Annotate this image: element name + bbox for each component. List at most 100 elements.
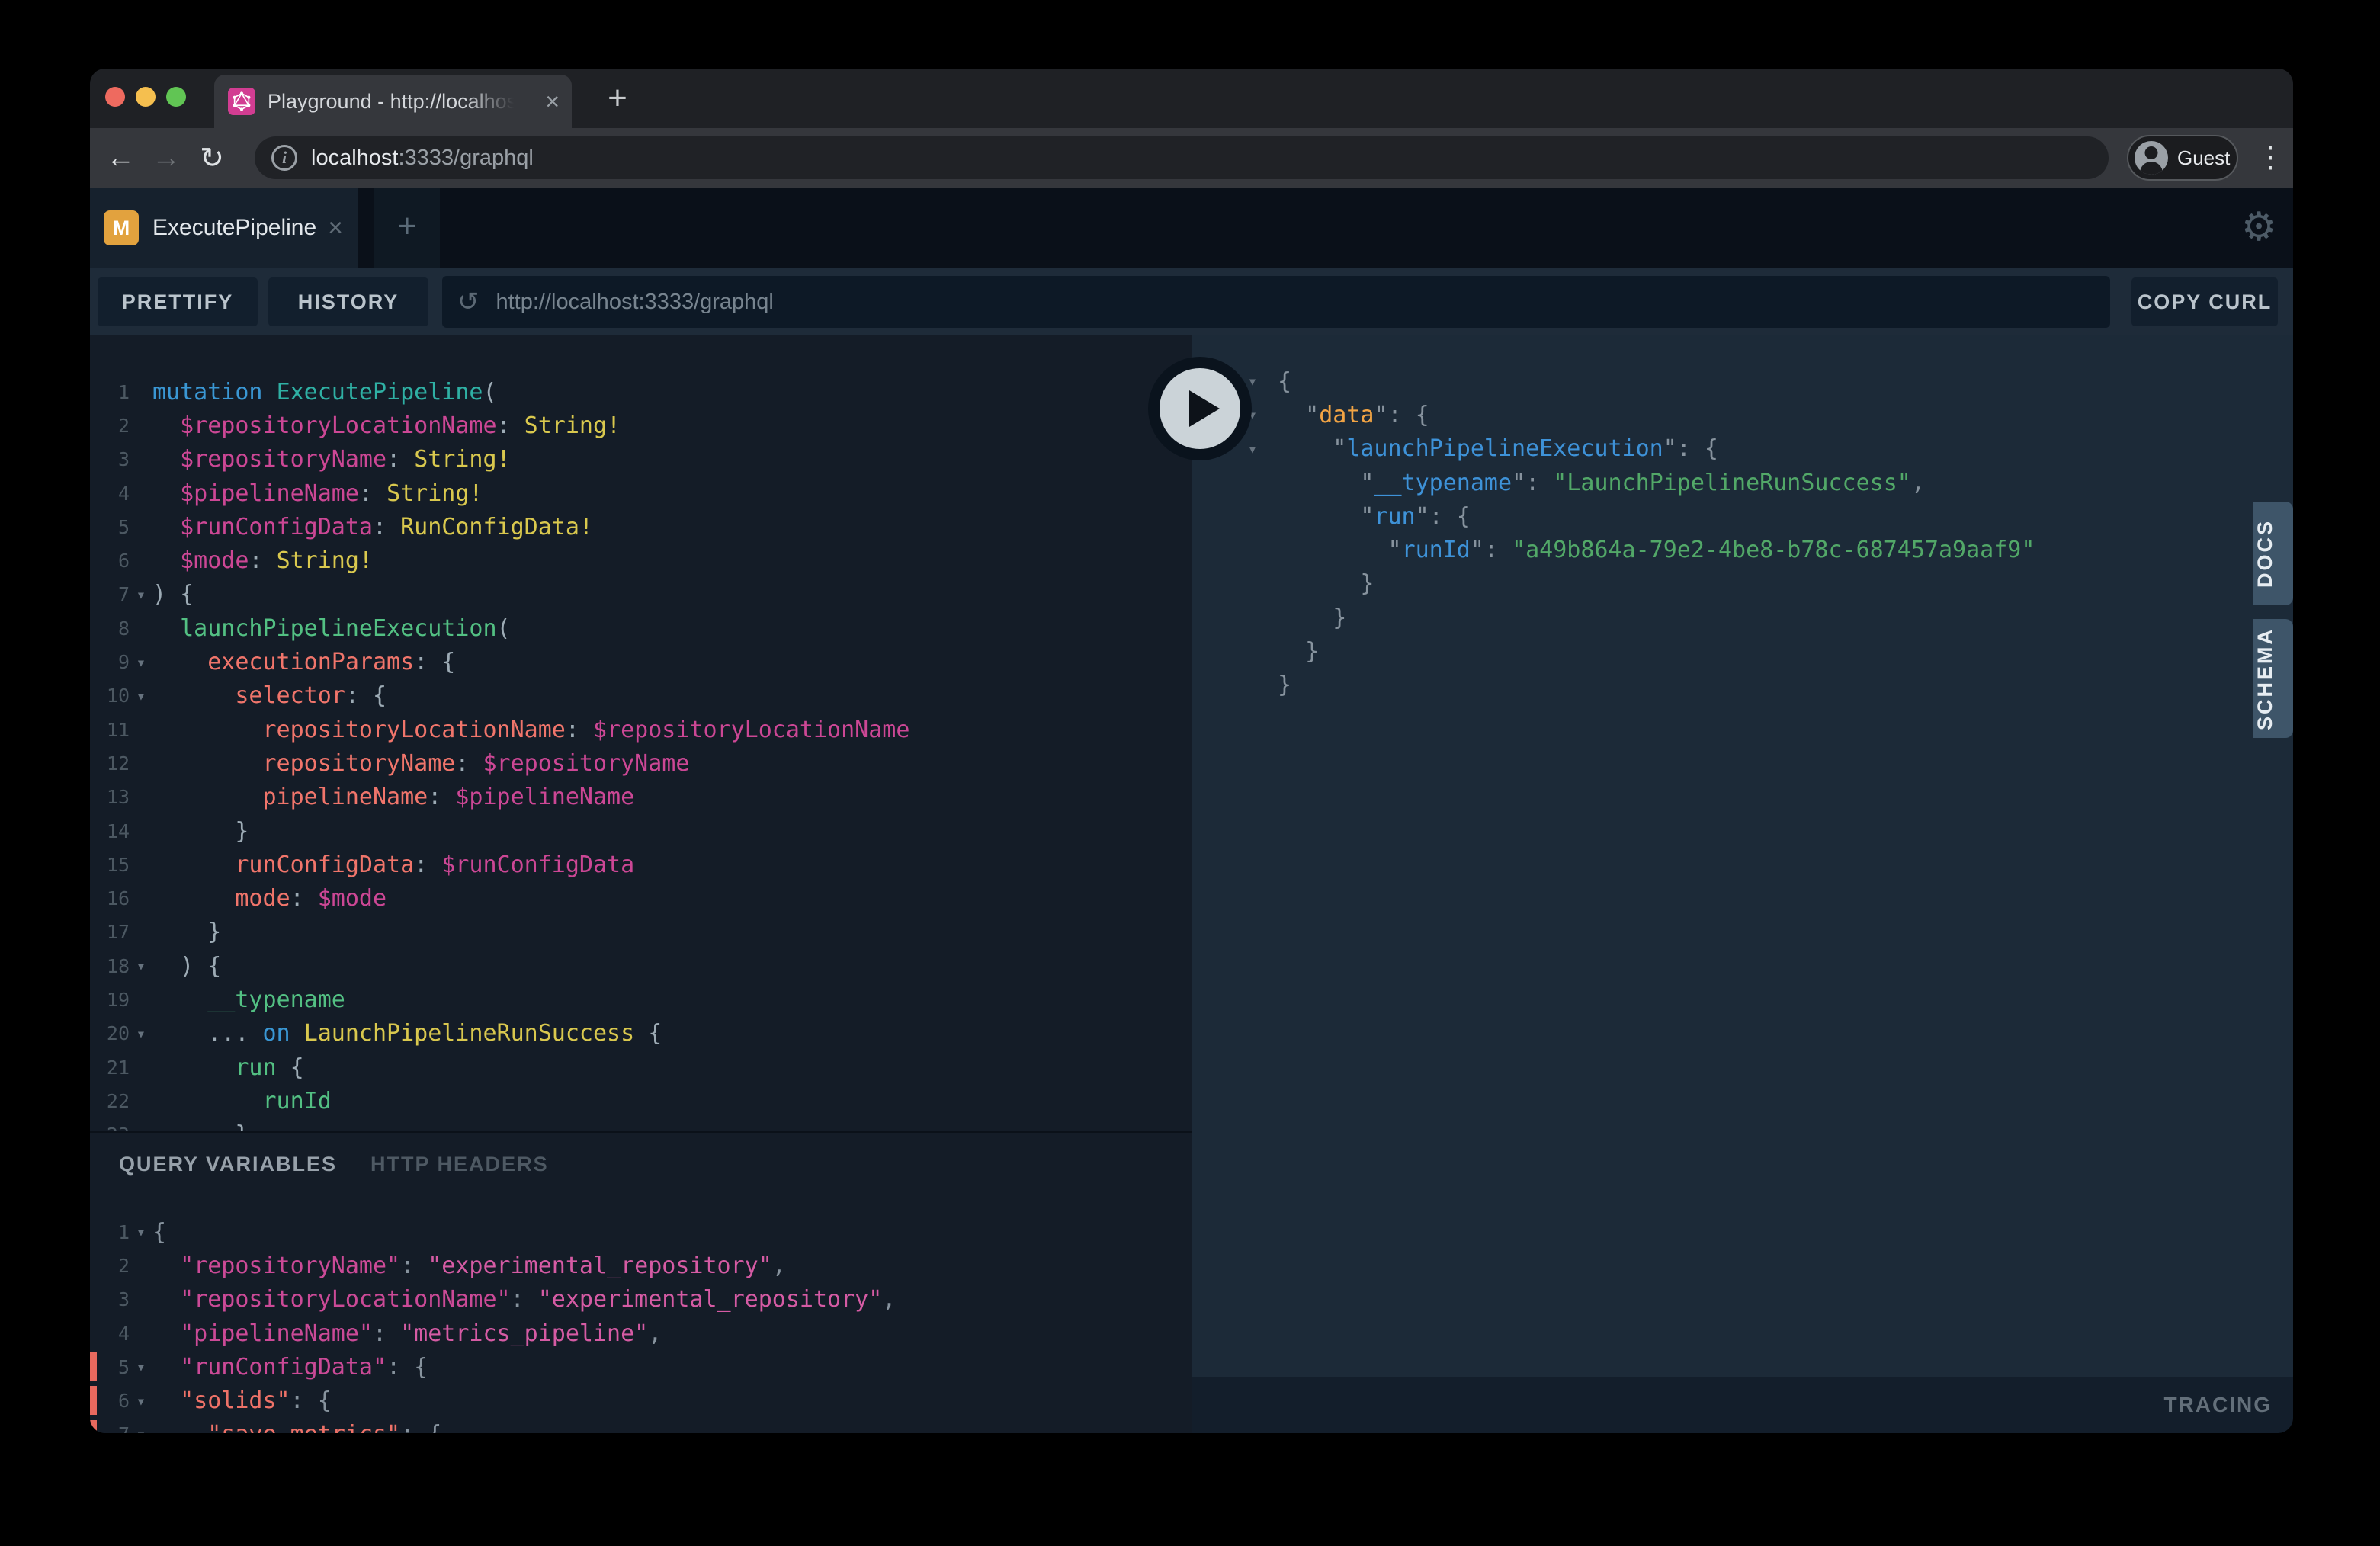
reload-icon[interactable]: ↻ [189,141,235,175]
code-line: 19 __typename [90,983,1192,1016]
fold-arrow-icon[interactable]: ▾ [1239,440,1266,458]
playground-tab-close-icon[interactable]: × [328,213,343,243]
code-line: 16 mode: $mode [90,881,1192,915]
response-viewer: ▾{▾ "data": {▾ "launchPipelineExecution"… [1192,335,2293,702]
close-window-button[interactable] [105,87,125,107]
graphql-favicon-icon [228,88,255,115]
code-line: 12 repositoryName: $repositoryName [90,746,1192,780]
code-line: ▾ "launchPipelineExecution": { [1192,432,2293,466]
schema-side-tab[interactable]: SCHEMA [2253,619,2293,738]
code-line: 3 $repositoryName: String! [90,443,1192,476]
code-line: 5▾ "runConfigData": { [90,1350,1192,1384]
docs-side-tab[interactable]: DOCS [2253,502,2293,605]
line-number: 20 [90,1022,130,1044]
line-number: 21 [90,1057,130,1079]
line-number: 2 [90,415,130,437]
fold-arrow-icon[interactable]: ▾ [130,1223,152,1241]
browser-tabstrip: Playground - http://localhost:333 × + [90,69,2293,128]
code-line: ▾ "data": { [1192,398,2293,431]
code-line: } [1192,567,2293,601]
forward-icon[interactable]: → [143,142,189,175]
reset-endpoint-icon[interactable]: ↺ [457,287,480,317]
browser-tab-close-icon[interactable]: × [545,89,560,114]
copy-curl-button[interactable]: COPY CURL [2131,277,2278,326]
playground-tabstrip: M ExecutePipeline × + ⚙ [90,188,2293,268]
fold-arrow-icon[interactable]: ▾ [130,653,152,672]
fold-arrow-icon[interactable]: ▾ [130,957,152,975]
code-line: 23 } [90,1118,1192,1131]
code-line: 7▾) { [90,578,1192,611]
code-line: } [1192,601,2293,634]
tab-query-variables[interactable]: QUERY VARIABLES [119,1153,337,1176]
fold-arrow-icon[interactable]: ▾ [130,687,152,705]
line-number: 7 [90,583,130,605]
line-number: 6 [90,550,130,572]
code-line: 13 pipelineName: $pipelineName [90,781,1192,814]
code-line: 7▾ "save_metrics": { [90,1418,1192,1433]
playground-tab-executepipeline[interactable]: M ExecutePipeline × [90,188,358,268]
minimize-window-button[interactable] [136,87,156,107]
code-line: "run": { [1192,499,2293,533]
code-line: 6 $mode: String! [90,544,1192,577]
fold-arrow-icon[interactable]: ▾ [130,1025,152,1043]
line-number: 11 [90,719,130,741]
url-path: :3333/graphql [398,146,533,170]
code-line: "__typename": "LaunchPipelineRunSuccess"… [1192,466,2293,499]
history-button[interactable]: HISTORY [268,277,428,326]
line-number: 23 [90,1124,130,1131]
code-line: 18▾ ) { [90,949,1192,983]
line-number: 18 [90,955,130,977]
fold-arrow-icon[interactable]: ▾ [130,1392,152,1410]
line-number: 19 [90,989,130,1011]
code-line: 2 "repositoryName": "experimental_reposi… [90,1249,1192,1282]
fold-arrow-icon[interactable]: ▾ [130,1358,152,1376]
prettify-button[interactable]: PRETTIFY [98,277,258,326]
line-number: 10 [90,685,130,707]
code-line: 20▾ ... on LaunchPipelineRunSuccess { [90,1017,1192,1050]
fold-arrow-icon[interactable]: ▾ [130,1426,152,1433]
line-number: 9 [90,651,130,673]
address-bar[interactable]: i localhost:3333/graphql [255,136,2109,179]
playground-new-tab-button[interactable]: + [374,188,440,268]
code-line: 6▾ "solids": { [90,1384,1192,1417]
code-line: 15 runConfigData: $runConfigData [90,848,1192,881]
line-number: 4 [90,483,130,505]
endpoint-input[interactable]: ↺ http://localhost:3333/graphql [442,276,2110,328]
code-line: 17 } [90,916,1192,949]
variables-editor[interactable]: 1▾{2 "repositoryName": "experimental_rep… [90,1215,1192,1433]
browser-window: Playground - http://localhost:333 × + ← … [90,69,2293,1433]
line-number: 22 [90,1090,130,1112]
code-line: 11 repositoryLocationName: $repositoryLo… [90,713,1192,746]
profile-name: Guest [2177,146,2230,170]
code-line: 10▾ selector: { [90,679,1192,713]
new-tab-button[interactable]: + [598,79,637,119]
error-marker [90,1386,97,1415]
maximize-window-button[interactable] [166,87,186,107]
query-editor[interactable]: 1mutation ExecutePipeline(2 $repositoryL… [90,335,1192,1131]
execute-button[interactable] [1148,357,1252,460]
window-controls [105,87,186,107]
line-number: 2 [90,1255,130,1277]
code-line: 2 $repositoryLocationName: String! [90,409,1192,442]
line-number: 17 [90,921,130,943]
profile-chip[interactable]: Guest [2127,135,2238,181]
code-line: 4 "pipelineName": "metrics_pipeline", [90,1317,1192,1350]
tracing-footer: TRACING [1192,1377,2293,1433]
settings-gear-icon[interactable]: ⚙ [2232,198,2285,256]
code-line: 21 run { [90,1050,1192,1084]
code-line: 1mutation ExecutePipeline( [90,375,1192,409]
code-line: 8 launchPipelineExecution( [90,611,1192,645]
variables-panel: QUERY VARIABLES HTTP HEADERS 1▾{2 "repos… [90,1131,1192,1433]
fold-arrow-icon[interactable]: ▾ [130,585,152,604]
code-line: ▾{ [1192,364,2293,398]
browser-tab[interactable]: Playground - http://localhost:333 × [214,75,572,128]
tracing-label[interactable]: TRACING [2163,1393,2272,1416]
line-number: 5 [90,516,130,538]
browser-tab-title: Playground - http://localhost:333 [268,90,519,113]
code-line: 3 "repositoryLocationName": "experimenta… [90,1283,1192,1317]
browser-menu-icon[interactable]: ⋮ [2253,140,2287,175]
line-number: 13 [90,786,130,808]
tab-http-headers[interactable]: HTTP HEADERS [370,1153,549,1176]
back-icon[interactable]: ← [98,142,143,175]
site-info-icon[interactable]: i [271,145,297,171]
